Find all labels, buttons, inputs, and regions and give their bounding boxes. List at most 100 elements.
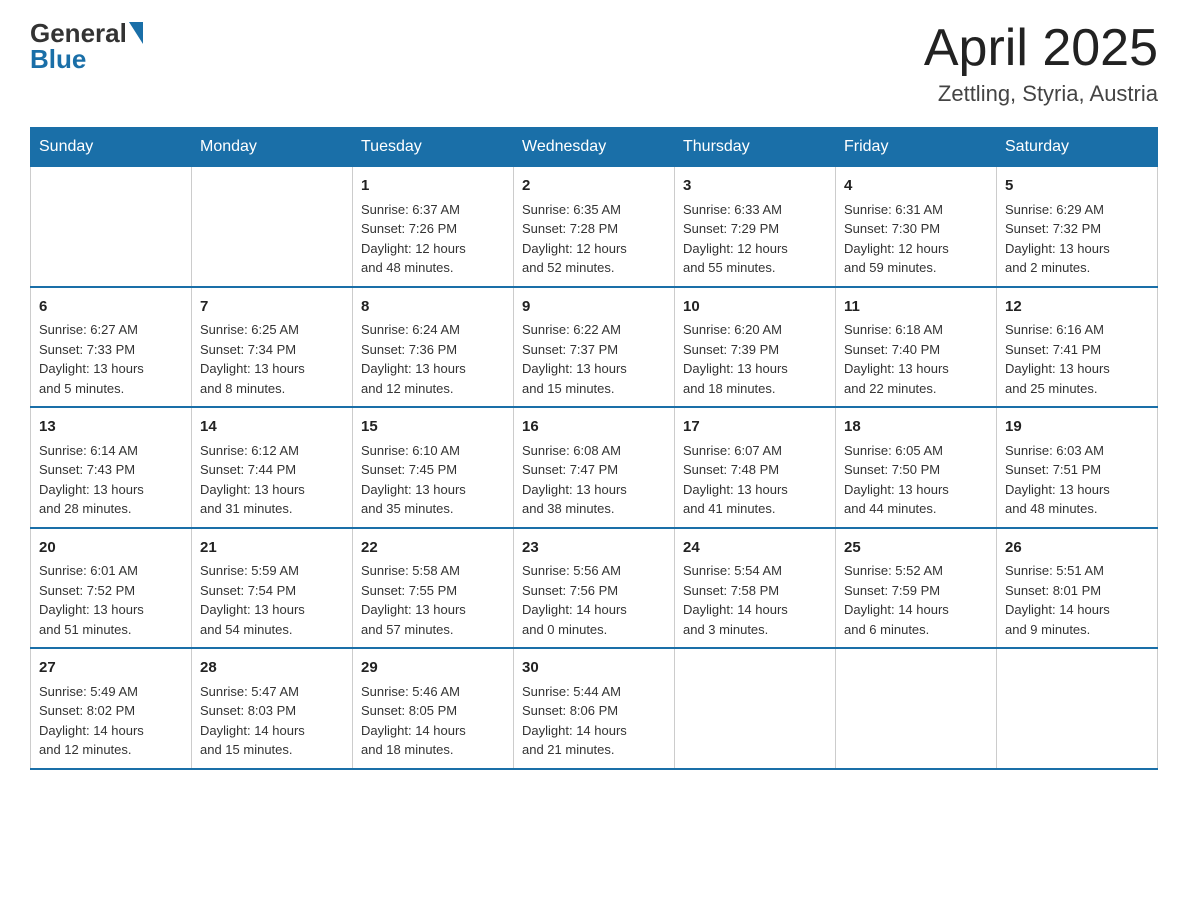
calendar-cell: 25Sunrise: 5:52 AMSunset: 7:59 PMDayligh…: [836, 528, 997, 649]
calendar-header-row: SundayMondayTuesdayWednesdayThursdayFrid…: [31, 128, 1158, 167]
day-number: 11: [844, 296, 988, 319]
day-info-line: Daylight: 13 hours: [200, 359, 344, 379]
logo: General Blue: [30, 20, 143, 72]
day-info-line: and 5 minutes.: [39, 379, 183, 399]
day-info-line: Sunset: 7:54 PM: [200, 581, 344, 601]
page-subtitle: Zettling, Styria, Austria: [924, 81, 1158, 107]
day-info-line: and 22 minutes.: [844, 379, 988, 399]
day-info-line: Sunrise: 6:33 AM: [683, 200, 827, 220]
day-info-line: Daylight: 13 hours: [844, 359, 988, 379]
calendar-cell: 17Sunrise: 6:07 AMSunset: 7:48 PMDayligh…: [675, 407, 836, 528]
calendar-day-header: Friday: [836, 128, 997, 167]
calendar-table: SundayMondayTuesdayWednesdayThursdayFrid…: [30, 127, 1158, 770]
day-info-line: Daylight: 14 hours: [361, 721, 505, 741]
day-info-line: Daylight: 13 hours: [1005, 239, 1149, 259]
day-info-line: Sunset: 7:36 PM: [361, 340, 505, 360]
day-info-line: Daylight: 13 hours: [522, 359, 666, 379]
day-info-line: Sunrise: 5:46 AM: [361, 682, 505, 702]
day-info-line: Sunrise: 6:31 AM: [844, 200, 988, 220]
calendar-cell: 2Sunrise: 6:35 AMSunset: 7:28 PMDaylight…: [514, 167, 675, 287]
day-info-line: Sunset: 7:34 PM: [200, 340, 344, 360]
title-block: April 2025 Zettling, Styria, Austria: [924, 20, 1158, 107]
day-info-line: Sunset: 7:59 PM: [844, 581, 988, 601]
day-info-line: Daylight: 13 hours: [200, 480, 344, 500]
day-info-line: Daylight: 13 hours: [844, 480, 988, 500]
day-info-line: and 9 minutes.: [1005, 620, 1149, 640]
page-title: April 2025: [924, 20, 1158, 77]
day-info-line: Daylight: 13 hours: [1005, 480, 1149, 500]
day-info-line: Sunset: 7:26 PM: [361, 219, 505, 239]
day-info-line: Sunrise: 6:03 AM: [1005, 441, 1149, 461]
logo-general-text: General: [30, 20, 127, 46]
calendar-cell: 3Sunrise: 6:33 AMSunset: 7:29 PMDaylight…: [675, 167, 836, 287]
day-info-line: Sunset: 7:51 PM: [1005, 460, 1149, 480]
day-info-line: Sunrise: 5:52 AM: [844, 561, 988, 581]
day-info-line: and 41 minutes.: [683, 499, 827, 519]
day-info-line: Daylight: 13 hours: [200, 600, 344, 620]
day-info-line: Sunrise: 6:35 AM: [522, 200, 666, 220]
day-number: 19: [1005, 416, 1149, 439]
calendar-cell: 10Sunrise: 6:20 AMSunset: 7:39 PMDayligh…: [675, 287, 836, 408]
day-info-line: Daylight: 14 hours: [683, 600, 827, 620]
day-info-line: Sunset: 7:41 PM: [1005, 340, 1149, 360]
day-info-line: Sunset: 7:47 PM: [522, 460, 666, 480]
calendar-cell: 9Sunrise: 6:22 AMSunset: 7:37 PMDaylight…: [514, 287, 675, 408]
day-number: 23: [522, 537, 666, 560]
calendar-cell: 1Sunrise: 6:37 AMSunset: 7:26 PMDaylight…: [353, 167, 514, 287]
day-info-line: Sunset: 7:48 PM: [683, 460, 827, 480]
day-info-line: Sunset: 7:28 PM: [522, 219, 666, 239]
day-info-line: Sunrise: 6:37 AM: [361, 200, 505, 220]
day-number: 30: [522, 657, 666, 680]
day-info-line: Daylight: 13 hours: [683, 359, 827, 379]
day-number: 14: [200, 416, 344, 439]
calendar-day-header: Saturday: [997, 128, 1158, 167]
day-number: 2: [522, 175, 666, 198]
day-info-line: Daylight: 14 hours: [39, 721, 183, 741]
day-info-line: and 15 minutes.: [200, 740, 344, 760]
day-info-line: Sunrise: 6:20 AM: [683, 320, 827, 340]
calendar-cell: 14Sunrise: 6:12 AMSunset: 7:44 PMDayligh…: [192, 407, 353, 528]
day-number: 27: [39, 657, 183, 680]
day-info-line: Sunrise: 5:49 AM: [39, 682, 183, 702]
day-info-line: Sunset: 7:30 PM: [844, 219, 988, 239]
day-info-line: Sunrise: 5:59 AM: [200, 561, 344, 581]
day-info-line: Sunrise: 5:56 AM: [522, 561, 666, 581]
day-info-line: Sunset: 7:37 PM: [522, 340, 666, 360]
day-info-line: and 3 minutes.: [683, 620, 827, 640]
calendar-cell: 22Sunrise: 5:58 AMSunset: 7:55 PMDayligh…: [353, 528, 514, 649]
day-info-line: and 35 minutes.: [361, 499, 505, 519]
day-number: 28: [200, 657, 344, 680]
day-info-line: Daylight: 13 hours: [39, 359, 183, 379]
day-info-line: Sunrise: 6:18 AM: [844, 320, 988, 340]
day-info-line: Sunset: 7:44 PM: [200, 460, 344, 480]
day-number: 24: [683, 537, 827, 560]
day-info-line: Sunset: 7:40 PM: [844, 340, 988, 360]
day-info-line: Sunrise: 6:01 AM: [39, 561, 183, 581]
day-info-line: Sunset: 8:02 PM: [39, 701, 183, 721]
day-info-line: Sunrise: 5:47 AM: [200, 682, 344, 702]
day-info-line: and 48 minutes.: [361, 258, 505, 278]
calendar-week-row: 27Sunrise: 5:49 AMSunset: 8:02 PMDayligh…: [31, 648, 1158, 769]
day-info-line: Sunset: 7:45 PM: [361, 460, 505, 480]
day-info-line: Sunrise: 6:24 AM: [361, 320, 505, 340]
day-info-line: Sunset: 8:03 PM: [200, 701, 344, 721]
day-info-line: and 25 minutes.: [1005, 379, 1149, 399]
day-info-line: Daylight: 14 hours: [522, 600, 666, 620]
day-number: 3: [683, 175, 827, 198]
calendar-cell: 26Sunrise: 5:51 AMSunset: 8:01 PMDayligh…: [997, 528, 1158, 649]
day-info-line: Sunrise: 6:14 AM: [39, 441, 183, 461]
day-info-line: Daylight: 12 hours: [844, 239, 988, 259]
day-info-line: Sunset: 8:06 PM: [522, 701, 666, 721]
day-number: 16: [522, 416, 666, 439]
calendar-cell: 11Sunrise: 6:18 AMSunset: 7:40 PMDayligh…: [836, 287, 997, 408]
day-number: 18: [844, 416, 988, 439]
calendar-week-row: 20Sunrise: 6:01 AMSunset: 7:52 PMDayligh…: [31, 528, 1158, 649]
calendar-day-header: Thursday: [675, 128, 836, 167]
calendar-cell: 21Sunrise: 5:59 AMSunset: 7:54 PMDayligh…: [192, 528, 353, 649]
day-number: 9: [522, 296, 666, 319]
calendar-day-header: Monday: [192, 128, 353, 167]
calendar-cell: [997, 648, 1158, 769]
day-info-line: Sunset: 7:56 PM: [522, 581, 666, 601]
day-info-line: Sunrise: 6:10 AM: [361, 441, 505, 461]
day-info-line: Daylight: 14 hours: [522, 721, 666, 741]
